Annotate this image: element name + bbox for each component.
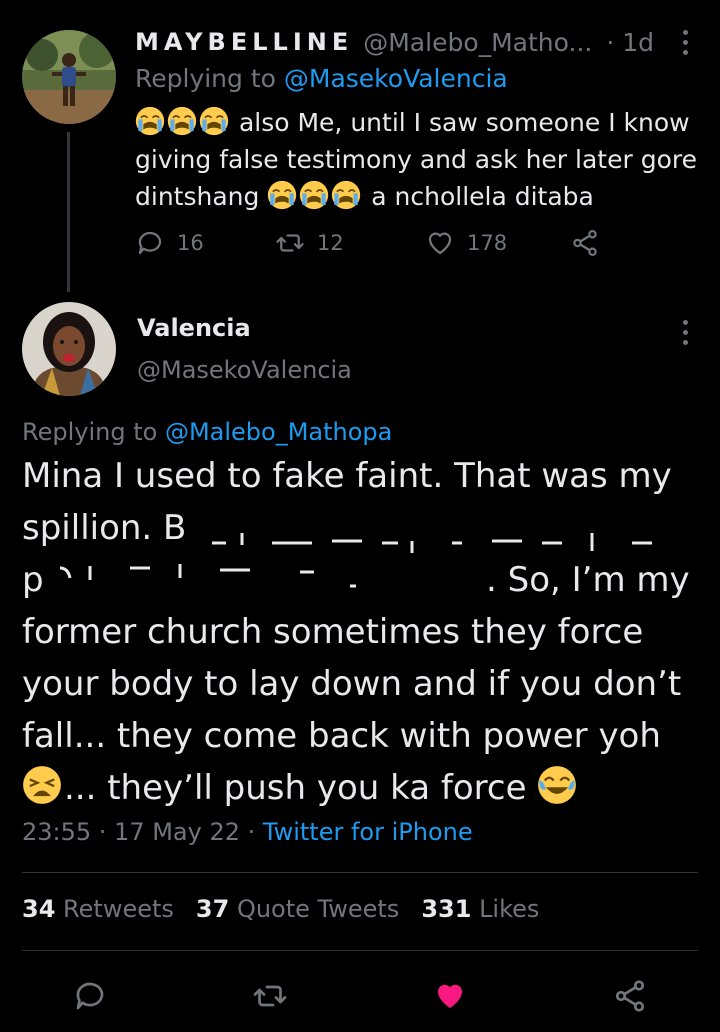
crying-emoji-icon (299, 180, 331, 211)
like-count: 178 (467, 231, 508, 255)
reply-icon (138, 231, 162, 255)
reply-button[interactable]: 16 (135, 228, 204, 258)
thread-connector-line (67, 132, 70, 292)
reply-icon (76, 982, 104, 1010)
tweet-meta: 23:55 · 17 May 22 · Twitter for iPhone (22, 818, 473, 846)
tweet-text: Mina I used to fake faint. That was my s… (22, 456, 690, 808)
share-icon (615, 980, 645, 1012)
user-handle[interactable]: @Malebo_Matho... (363, 28, 592, 57)
crying-emoji-icon (199, 106, 231, 137)
avatar[interactable] (22, 30, 116, 124)
divider (22, 872, 698, 873)
divider (22, 950, 698, 951)
replying-to: Replying to @MasekoValencia (135, 64, 508, 93)
share-button[interactable] (610, 976, 650, 1016)
retweets-stat[interactable]: 34 Retweets (22, 895, 174, 923)
heart-icon (438, 984, 462, 1008)
redaction-scribble (50, 558, 490, 598)
like-button[interactable]: 178 (425, 228, 507, 258)
retweet-count: 12 (317, 231, 344, 255)
display-name[interactable]: Valencia (137, 314, 251, 342)
reply-count: 16 (177, 231, 204, 255)
like-button[interactable] (430, 976, 470, 1016)
quote-tweets-stat[interactable]: 37 Quote Tweets (196, 895, 399, 923)
retweet-button[interactable] (250, 976, 290, 1016)
avatar[interactable] (22, 302, 116, 396)
tweet-source-link[interactable]: Twitter for iPhone (263, 818, 473, 846)
tweet-stats: 34 Retweets 37 Quote Tweets 331 Likes (22, 895, 539, 923)
more-options-icon[interactable] (680, 320, 690, 345)
reply-mention-link[interactable]: @MasekoValencia (284, 64, 508, 93)
replying-to: Replying to @Malebo_Mathopa (22, 418, 393, 446)
tweet-time[interactable]: · 1d (606, 28, 654, 57)
user-handle[interactable]: @MasekoValencia (137, 356, 352, 384)
crying-emoji-icon (267, 180, 299, 211)
reply-button[interactable] (70, 976, 110, 1016)
crying-emoji-icon (167, 106, 199, 137)
redaction-scribble (212, 516, 672, 553)
share-icon (573, 230, 597, 256)
more-options-icon[interactable] (680, 30, 690, 55)
share-button[interactable] (570, 228, 612, 258)
tweet-detail-actions (0, 972, 720, 1016)
likes-stat[interactable]: 331 Likes (421, 895, 539, 923)
crying-emoji-icon (331, 180, 363, 211)
tweet-timestamp[interactable]: 23:55 · 17 May 22 · (22, 818, 255, 846)
heart-icon (428, 232, 452, 255)
display-name[interactable]: MAYBELLINE (135, 28, 353, 56)
tweet-text: also Me, until I saw someone I know givi… (135, 106, 697, 211)
weary-emoji-icon (22, 766, 64, 808)
retweet-icon (253, 985, 287, 1007)
tears-of-joy-emoji-icon (537, 766, 579, 808)
retweet-button[interactable]: 12 (275, 228, 344, 258)
tweet-actions: 16 12 178 (135, 228, 615, 264)
reply-mention-link[interactable]: @Malebo_Mathopa (165, 418, 392, 446)
retweet-icon (276, 234, 304, 252)
crying-emoji-icon (135, 106, 167, 137)
